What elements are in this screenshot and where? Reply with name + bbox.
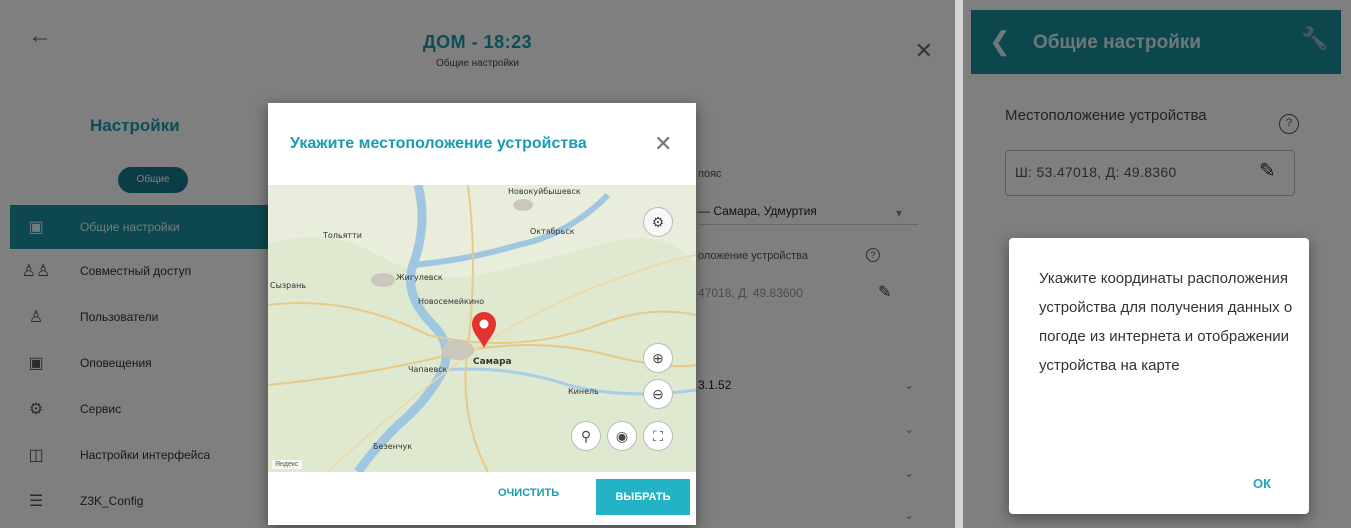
map-city-label: Жигулевск	[396, 273, 443, 282]
desktop-settings-screen: ← ДОМ - 18:23 Общие настройки ✕ Настройк…	[0, 0, 955, 528]
settings-icon[interactable]: ⚙	[643, 207, 673, 237]
map-marker-icon[interactable]	[470, 311, 498, 349]
dialog-title: Укажите местоположение устройства	[290, 135, 587, 152]
clear-button[interactable]: ОЧИСТИТЬ	[498, 487, 559, 499]
alert-message: Укажите координаты расположения устройст…	[1039, 270, 1293, 374]
map-city-label: Сызрань	[270, 281, 307, 290]
search-icon[interactable]: ⚲	[571, 421, 601, 451]
choose-button[interactable]: ВЫБРАТЬ	[596, 479, 690, 515]
map-city-label: Безенчук	[373, 442, 413, 451]
info-alert-dialog: Укажите координаты расположения устройст…	[1009, 238, 1309, 514]
mobile-settings-screen: ❮ Общие настройки 🔧 Местоположение устро…	[963, 0, 1351, 528]
map-city-label: Чапаевск	[408, 365, 448, 374]
zoom-out-icon[interactable]: ⊖	[643, 379, 673, 409]
zoom-in-icon[interactable]: ⊕	[643, 343, 673, 373]
map-city-label: Самара	[473, 357, 512, 367]
location-dialog: Укажите местоположение устройства ✕ Ново…	[268, 103, 696, 525]
map-attribution[interactable]: Яндекс	[272, 460, 302, 469]
fullscreen-icon[interactable]: ⛶	[643, 421, 673, 451]
map-city-label: Октябрьск	[530, 227, 575, 236]
map-city-label: Новокуйбышевск	[508, 187, 581, 196]
close-icon[interactable]: ✕	[654, 131, 672, 157]
map-city-label: Тольятти	[323, 231, 362, 240]
map-city-label: Новосемейкино	[418, 297, 485, 306]
map-view[interactable]: Новокуйбышевск Тольятти Самара Жигулевск…	[268, 185, 696, 472]
locate-icon[interactable]: ◉	[607, 421, 637, 451]
ok-button[interactable]: ОК	[1253, 476, 1271, 491]
map-city-label: Кинель	[568, 387, 599, 396]
